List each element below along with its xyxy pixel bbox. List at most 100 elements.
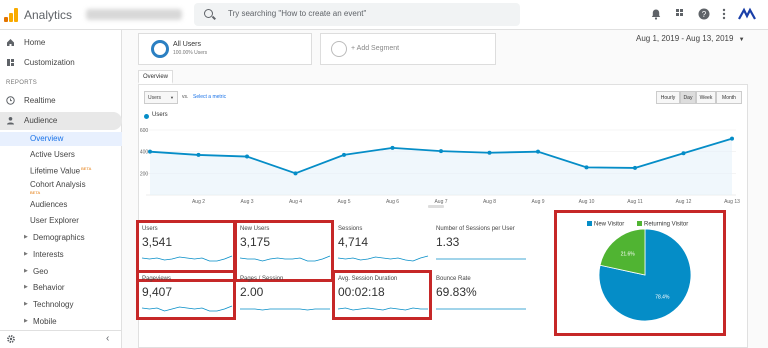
pie-slice-label: 21.6% (621, 252, 636, 258)
sidebar-item-label: Home (24, 38, 46, 47)
metric-label: Bounce Rate (436, 276, 471, 282)
sidebar-item-demographics[interactable]: ▶ Demographics (0, 231, 122, 245)
sidebar-item-label: Demographics (33, 233, 85, 242)
app-name: Analytics (24, 8, 73, 22)
users-data-point[interactable] (584, 165, 589, 170)
metric-sparkline (436, 308, 526, 310)
sidebar-item-label: Realtime (24, 96, 56, 105)
users-data-point[interactable] (681, 151, 686, 156)
account-selector[interactable] (86, 9, 182, 20)
y-tick-label: 600 (140, 128, 149, 134)
sidebar-item-geo[interactable]: ▶ Geo (0, 265, 122, 279)
caret-right-icon: ▶ (24, 284, 28, 290)
x-tick-label: Aug 11 (627, 199, 643, 205)
caret-right-icon: ▶ (24, 251, 28, 257)
metric-value: 4,714 (338, 235, 369, 249)
sidebar: Home Customization REPORTS Realtime Audi… (0, 30, 122, 348)
highlight-box (234, 220, 334, 282)
users-data-point[interactable] (487, 150, 492, 155)
sidebar-item-lifetime-value[interactable]: Lifetime ValueBETA (0, 164, 122, 178)
home-icon (6, 38, 15, 47)
more-vert-icon[interactable] (718, 8, 730, 20)
users-series-area (150, 138, 732, 195)
sidebar-item-label: Mobile (33, 317, 57, 326)
metric-value: 1.33 (436, 235, 460, 249)
metric-card[interactable]: Bounce Rate 69.83% (434, 276, 528, 320)
search-icon (204, 9, 213, 18)
sidebar-item-user-explorer[interactable]: User Explorer (0, 214, 122, 228)
x-tick-label: Aug 6 (386, 199, 399, 205)
metric-value: 2.00 (240, 285, 264, 299)
x-tick-label: Aug 4 (289, 199, 302, 205)
metric-sparkline (240, 308, 330, 311)
sidebar-item-audience[interactable]: Audience (0, 112, 122, 130)
x-tick-label: Aug 13 (724, 199, 740, 205)
users-data-point[interactable] (245, 154, 249, 159)
search-placeholder: Try searching "How to create an event" (228, 9, 367, 18)
sidebar-item-active-users[interactable]: Active Users (0, 148, 122, 162)
sidebar-item-label: Geo (33, 267, 49, 276)
sidebar-item-label: Technology (33, 300, 74, 309)
users-data-point[interactable] (730, 136, 734, 141)
apps-grid-icon[interactable] (675, 8, 687, 20)
sidebar-item-label: Audiences (30, 200, 68, 209)
y-tick-label: 200 (140, 171, 149, 177)
help-icon[interactable]: ? (698, 8, 710, 20)
highlight-box (136, 270, 236, 320)
sidebar-item-realtime[interactable]: Realtime (0, 92, 122, 110)
sidebar-item-cohort-analysis[interactable]: Cohort Analysis BETA (0, 179, 122, 197)
x-tick-label: Aug 9 (531, 199, 544, 205)
sidebar-item-home[interactable]: Home (0, 34, 122, 52)
sidebar-item-label: Overview (30, 134, 64, 143)
users-data-point[interactable] (536, 149, 540, 154)
sidebar-item-mobile[interactable]: ▶ Mobile (0, 315, 122, 329)
sidebar-item-overview[interactable]: Overview (0, 132, 122, 146)
sidebar-item-audiences[interactable]: Audiences (0, 198, 122, 212)
customization-icon (6, 58, 15, 67)
x-tick-label: Aug 3 (240, 199, 253, 205)
metric-sparkline (337, 255, 429, 262)
sidebar-item-customization[interactable]: Customization (0, 54, 122, 72)
beta-badge: BETA (30, 190, 41, 195)
x-tick-label: Aug 5 (337, 199, 350, 205)
search-input[interactable]: Try searching "How to create an event" (194, 3, 520, 26)
x-tick-label: Aug 10 (579, 199, 595, 205)
account-avatar-icon[interactable] (738, 7, 756, 20)
caret-right-icon: ▶ (24, 301, 28, 307)
beta-badge: BETA (81, 166, 92, 171)
users-data-point[interactable] (196, 152, 201, 157)
sidebar-item-interests[interactable]: ▶ Interests (0, 248, 122, 262)
users-data-point[interactable] (633, 165, 637, 170)
clock-icon (6, 96, 15, 105)
users-data-point[interactable] (293, 171, 298, 176)
person-icon (6, 116, 15, 125)
users-data-point[interactable] (148, 149, 152, 154)
users-data-point[interactable] (390, 145, 395, 150)
metric-card[interactable]: Sessions 4,714 (336, 226, 430, 270)
sidebar-item-label: User Explorer (30, 216, 79, 225)
notifications-bell-icon[interactable] (650, 8, 662, 20)
x-tick-label: Aug 8 (483, 199, 496, 205)
chart-resize-handle[interactable] (428, 205, 444, 208)
metric-card[interactable]: Number of Sessions per User 1.33 (434, 226, 528, 270)
metric-card[interactable]: Pages / Session 2.00 (238, 276, 332, 320)
sidebar-item-technology[interactable]: ▶ Technology (0, 298, 122, 312)
metric-label: Number of Sessions per User (436, 226, 515, 232)
metric-sparkline (436, 258, 526, 260)
caret-right-icon: ▶ (24, 318, 28, 324)
sidebar-item-label: Customization (24, 58, 75, 67)
reports-heading: REPORTS (6, 80, 37, 86)
collapse-sidebar-icon[interactable]: ‹ (106, 333, 109, 344)
sidebar-item-behavior[interactable]: ▶ Behavior (0, 281, 122, 295)
metric-value: 69.83% (436, 285, 477, 299)
sidebar-item-label: Behavior (33, 283, 65, 292)
y-tick-label: 400 (140, 150, 149, 156)
users-data-point[interactable] (439, 149, 443, 154)
caret-right-icon: ▶ (24, 268, 28, 274)
top-bar: Analytics Try searching "How to create a… (0, 0, 768, 30)
sidebar-footer: ‹ (0, 330, 122, 348)
analytics-logo-icon[interactable] (4, 8, 18, 22)
sidebar-item-label: Audience (24, 116, 58, 125)
sidebar-item-label: Lifetime Value (30, 166, 81, 176)
users-data-point[interactable] (342, 152, 346, 157)
